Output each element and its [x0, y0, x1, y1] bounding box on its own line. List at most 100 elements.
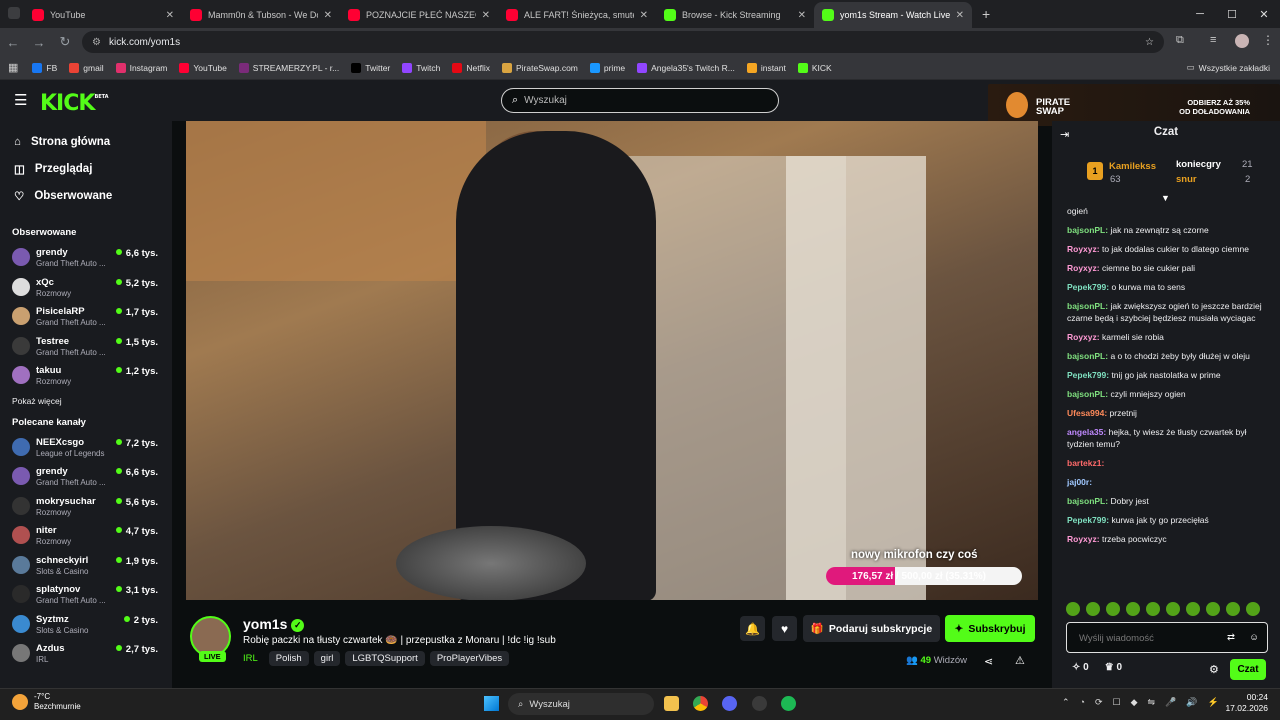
site-info-icon[interactable]: ⚙	[92, 37, 101, 48]
bookmark-item[interactable]: Twitter	[351, 62, 390, 73]
send-chat-button[interactable]: Czat	[1230, 659, 1266, 680]
emote-icon[interactable]	[1226, 602, 1240, 616]
browser-tab[interactable]: yom1s Stream - Watch Live ✕	[814, 2, 972, 28]
search-input[interactable]: ⌕ Wyszukaj	[501, 88, 779, 113]
chat-username[interactable]: Pepek799:	[1067, 370, 1109, 380]
show-more-link[interactable]: Pokaż więcej	[0, 391, 172, 411]
weather-widget[interactable]: -7°C Bezchmurnie	[8, 692, 81, 712]
spotify-icon[interactable]	[781, 696, 796, 711]
emote-icon[interactable]	[1146, 602, 1160, 616]
new-tab-button[interactable]: +	[982, 6, 990, 22]
close-window-button[interactable]: ✕	[1248, 8, 1280, 21]
bookmark-item[interactable]: Angela35's Twitch R...	[637, 62, 735, 73]
bookmark-item[interactable]: YouTube	[179, 62, 227, 73]
chat-username[interactable]: bajsonPL:	[1067, 301, 1108, 311]
bookmark-item[interactable]: Netflix	[452, 62, 490, 73]
emote-icon[interactable]	[1066, 602, 1080, 616]
browser-tab[interactable]: YouTube ✕	[24, 2, 182, 28]
chat-username[interactable]: Royxyz:	[1067, 244, 1100, 254]
category-link[interactable]: IRL	[243, 653, 258, 664]
sidebar-channel-item[interactable]: grendy Grand Theft Auto ... 6,6 tys.	[0, 243, 172, 273]
file-explorer-icon[interactable]	[664, 696, 679, 711]
browser-tab[interactable]: ALE FART! Śnieżyca, smutek Ni ✕	[498, 2, 656, 28]
emote-icon[interactable]	[1206, 602, 1220, 616]
items-counter[interactable]: ♛ 0	[1105, 662, 1122, 673]
leader-1-name[interactable]: Kamilekss	[1109, 161, 1156, 172]
channel-name[interactable]: yom1s ✓	[243, 616, 305, 632]
sidebar-channel-item[interactable]: schneckyirl Slots & Casino 1,9 tys.	[0, 551, 172, 581]
chat-username[interactable]: Pepek799:	[1067, 515, 1109, 525]
chat-username[interactable]: Pepek799:	[1067, 282, 1109, 292]
sidebar-channel-item[interactable]: mokrysuchar Rozmowy 5,6 tys.	[0, 492, 172, 522]
chat-username[interactable]: bajsonPL:	[1067, 351, 1108, 361]
discord-icon[interactable]	[722, 696, 737, 711]
bookmark-star-icon[interactable]: ☆	[1145, 37, 1154, 48]
emote-icon[interactable]	[1166, 602, 1180, 616]
gift-subscriptions-button[interactable]: 🎁 Podaruj subskrypcje	[803, 615, 940, 642]
translate-icon[interactable]: ⇄	[1227, 632, 1235, 643]
extensions-icon[interactable]: ⧉	[1176, 34, 1184, 47]
maximize-button[interactable]: ☐	[1216, 8, 1248, 21]
sidebar-channel-item[interactable]: niter Rozmowy 4,7 tys.	[0, 521, 172, 551]
all-bookmarks[interactable]: ▭ Wszystkie zakładki	[1187, 62, 1270, 73]
tab-close-icon[interactable]: ✕	[956, 10, 964, 21]
bookmark-item[interactable]: prime	[589, 62, 625, 73]
browser-tab[interactable]: POZNAJCIE PŁEĆ NASZEGO DZ ✕	[340, 2, 498, 28]
chat-username[interactable]: Ufesa994:	[1067, 408, 1107, 418]
leader-3-name[interactable]: snur	[1176, 174, 1197, 185]
back-button[interactable]: ←	[0, 35, 26, 50]
notification-bell-button[interactable]: 🔔	[740, 616, 765, 641]
chat-username[interactable]: angela35:	[1067, 427, 1106, 437]
chat-username[interactable]: bajsonPL:	[1067, 225, 1108, 235]
points-counter[interactable]: ✧ 0	[1072, 662, 1089, 673]
pinned-expand-icon[interactable]: ▼	[1161, 193, 1170, 203]
chat-username[interactable]: Royxyz:	[1067, 263, 1100, 273]
sidebar-channel-item[interactable]: PisicelaRP Grand Theft Auto ... 1,7 tys.	[0, 302, 172, 332]
subscribe-button[interactable]: ✦ Subskrybuj	[945, 615, 1035, 642]
chat-message-input[interactable]: Wyślij wiadomość ☺ ⇄	[1066, 622, 1268, 653]
sidebar-channel-item[interactable]: xQc Rozmowy 5,2 tys.	[0, 273, 172, 303]
bookmark-item[interactable]: KICK	[797, 62, 832, 73]
emote-picker-icon[interactable]: ☺	[1249, 632, 1259, 643]
chat-username[interactable]: jaj00r:	[1067, 477, 1092, 487]
browser-tab[interactable]: Browse - Kick Streaming ✕	[656, 2, 814, 28]
sidebar-nav-item[interactable]: ⌂ Strona główna	[0, 128, 172, 155]
stream-tag[interactable]: girl	[313, 651, 341, 666]
bookmark-item[interactable]: FB	[32, 62, 57, 73]
bookmark-item[interactable]: gmail	[69, 62, 104, 73]
tab-close-icon[interactable]: ✕	[324, 10, 332, 21]
sidebar-channel-item[interactable]: Azdus IRL 2,7 tys.	[0, 639, 172, 669]
emote-icon[interactable]	[1086, 602, 1100, 616]
minimize-button[interactable]: ─	[1184, 8, 1216, 20]
forward-button[interactable]: →	[26, 35, 52, 50]
windows-start-icon[interactable]	[484, 696, 499, 711]
bookmark-item[interactable]: Twitch	[402, 62, 440, 73]
sidebar-channel-item[interactable]: Testree Grand Theft Auto ... 1,5 tys.	[0, 332, 172, 362]
emote-icon[interactable]	[1106, 602, 1120, 616]
tab-close-icon[interactable]: ✕	[640, 10, 648, 21]
bookmark-item[interactable]: STREAMERZY.PL - r...	[238, 62, 339, 73]
stream-tag[interactable]: Polish	[268, 651, 309, 666]
sidebar-channel-item[interactable]: splatynov Grand Theft Auto ... 3,1 tys.	[0, 580, 172, 610]
chat-username[interactable]: bajsonPL:	[1067, 496, 1108, 506]
media-control-icon[interactable]: ≡	[1210, 34, 1216, 46]
emote-icon[interactable]	[1126, 602, 1140, 616]
sidebar-channel-item[interactable]: takuu Rozmowy 1,2 tys.	[0, 361, 172, 391]
share-icon[interactable]: ⋖	[984, 655, 993, 668]
chat-username[interactable]: bartekz1:	[1067, 458, 1104, 468]
chat-username[interactable]: Royxyz:	[1067, 332, 1100, 342]
app-icon[interactable]	[752, 696, 767, 711]
emote-icon[interactable]	[1246, 602, 1260, 616]
apps-grid-icon[interactable]: ▦	[8, 61, 18, 74]
sidebar-channel-item[interactable]: Syztmz Slots & Casino 2 tys.	[0, 610, 172, 640]
tab-close-icon[interactable]: ✕	[482, 10, 490, 21]
report-icon[interactable]: ⚠	[1015, 654, 1025, 667]
browser-menu-icon[interactable]: ⋮	[1262, 33, 1274, 47]
chat-username[interactable]: bajsonPL:	[1067, 389, 1108, 399]
taskbar-search[interactable]: ⌕ Wyszukaj	[508, 693, 654, 715]
chat-settings-icon[interactable]: ⚙	[1209, 663, 1219, 676]
tab-search-icon[interactable]	[8, 7, 20, 19]
browser-tab[interactable]: Mamm0n & Tubson - We Don' ✕	[182, 2, 340, 28]
chat-username[interactable]: Royxyz:	[1067, 534, 1100, 544]
sidebar-channel-item[interactable]: grendy Grand Theft Auto ... 6,6 tys.	[0, 462, 172, 492]
